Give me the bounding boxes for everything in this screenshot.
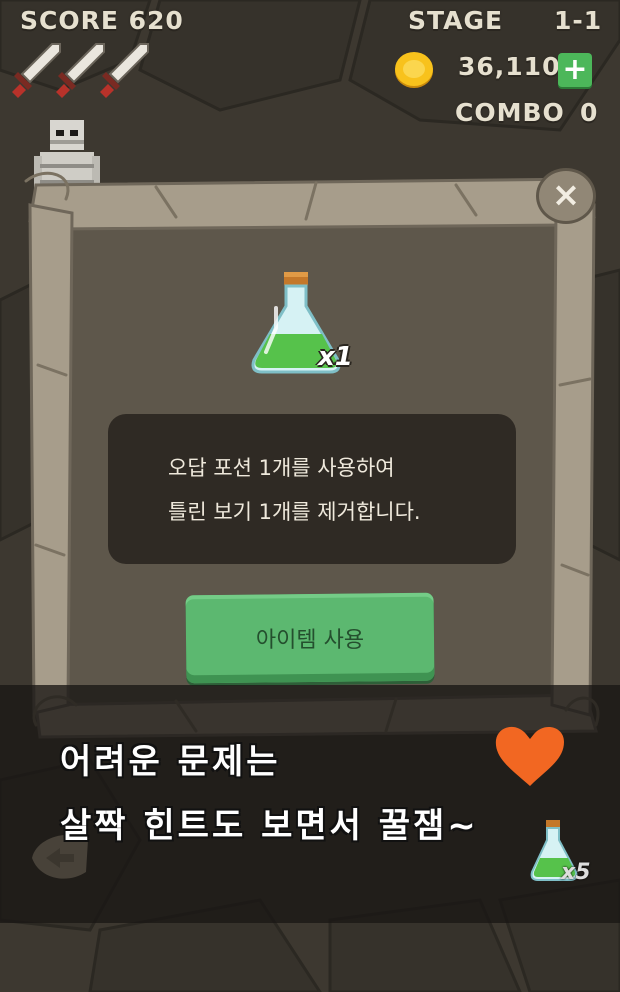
add-coins-button[interactable]: + [558,53,592,87]
heart-icon [495,726,564,786]
message-box [108,414,516,564]
message-line-2: 틀린 보기 1개를 제거합니다. [168,500,421,524]
sword-icon [100,43,149,98]
message-line-1: 오답 포션 1개를 사용하여 [168,456,395,480]
coin-icon [395,52,433,88]
stage-value: 1-1 [554,6,603,35]
item-quantity: x1 [318,342,353,372]
score-display: SCORE 620 [20,6,184,35]
combo-label: COMBO [455,98,565,127]
promo-caption-line-1: 어려운 문제는 [60,742,281,782]
promo-caption-line-2: 살짝 힌트도 보면서 꿀잼~ [60,806,479,846]
combo-value: 0 [580,98,599,127]
potion-inventory-count: x5 [561,860,591,885]
stage-label: STAGE [408,6,504,35]
close-button[interactable]: × [536,168,596,224]
coin-count: 36,110 [458,52,561,81]
lives-swords [12,40,162,100]
use-item-button-label: 아이템 사용 [255,628,365,653]
